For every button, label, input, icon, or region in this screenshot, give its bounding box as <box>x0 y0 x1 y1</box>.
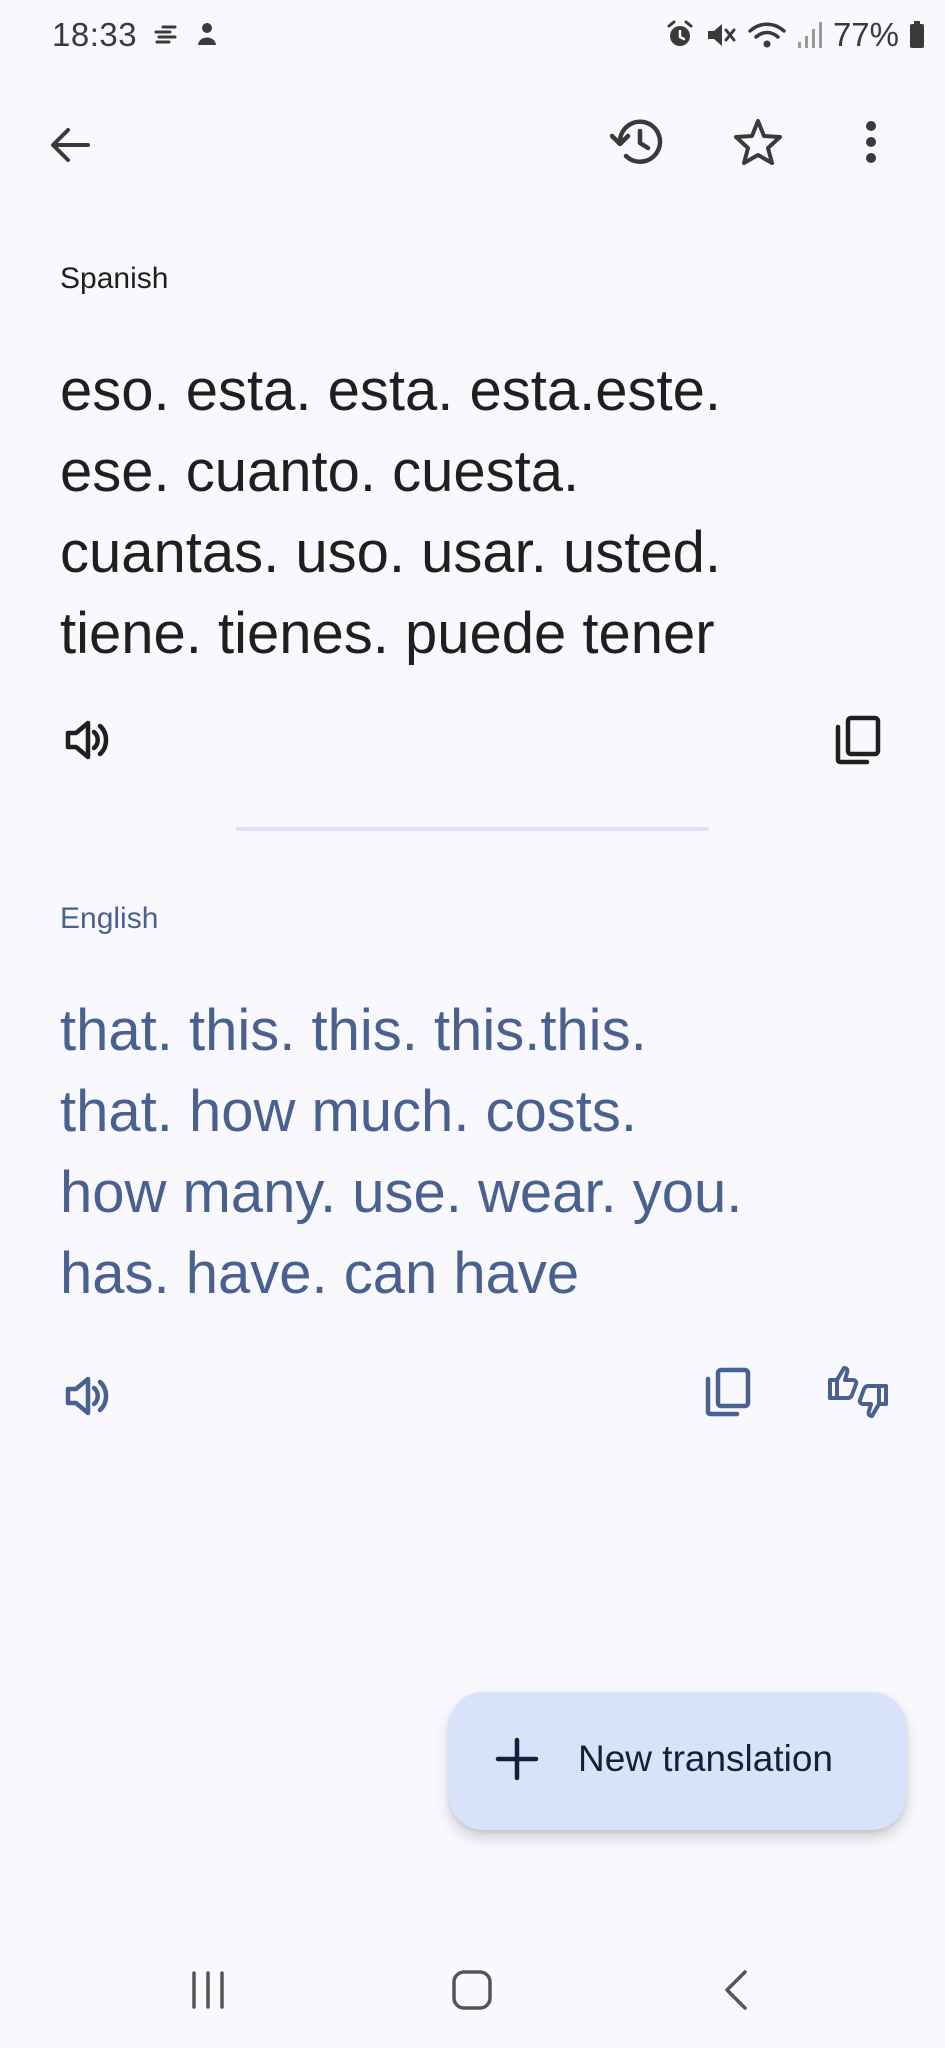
status-right-icons: 77% <box>665 16 925 54</box>
new-translation-label: New translation <box>578 1738 834 1779</box>
status-bar: 18:33 77% <box>0 0 945 72</box>
notification-app-icon <box>193 20 221 48</box>
translation-text[interactable]: that. this. this. this.this. that. how m… <box>60 990 900 1314</box>
signal-icon <box>797 20 823 50</box>
section-divider[interactable] <box>236 827 709 831</box>
source-text-line: cuantas. uso. usar. usted. <box>60 520 721 585</box>
translation-copy-button[interactable] <box>688 1352 768 1432</box>
source-text-line: ese. cuanto. cuesta. <box>60 439 580 504</box>
mute-icon <box>705 20 737 50</box>
translation-text-line: has. have. can have <box>60 1241 580 1306</box>
status-time: 18:33 <box>52 16 138 53</box>
target-language-label: English <box>60 902 159 935</box>
more-options-button[interactable] <box>831 102 911 182</box>
system-navigation-bar <box>0 1940 945 2048</box>
source-listen-button[interactable] <box>48 700 128 780</box>
source-language-label: Spanish <box>60 262 169 295</box>
copy-icon <box>705 1367 751 1417</box>
recent-apps-button[interactable] <box>168 1950 248 2030</box>
source-text-line: eso. esta. esta. esta.este. <box>60 358 721 423</box>
home-icon <box>452 1970 492 2010</box>
battery-percent: 77% <box>832 16 899 53</box>
star-icon <box>734 119 782 165</box>
home-button[interactable] <box>432 1950 512 2030</box>
favorite-button[interactable] <box>718 102 798 182</box>
copy-icon <box>835 715 881 765</box>
translation-text-line: that. this. this. this.this. <box>60 998 647 1063</box>
system-back-button[interactable] <box>696 1950 776 2030</box>
new-translation-button[interactable]: New translation <box>449 1692 906 1830</box>
weather-icon <box>153 20 181 48</box>
chevron-left-icon <box>725 1970 747 2010</box>
rate-translation-button[interactable] <box>818 1352 898 1432</box>
history-button[interactable] <box>598 102 678 182</box>
back-arrow-icon <box>51 128 90 162</box>
battery-icon <box>909 21 925 49</box>
plus-icon <box>495 1737 539 1781</box>
translation-listen-button[interactable] <box>48 1356 128 1436</box>
source-text[interactable]: eso. esta. esta. esta.este. ese. cuanto.… <box>60 350 900 674</box>
back-button[interactable] <box>30 105 110 185</box>
source-copy-button[interactable] <box>818 700 898 780</box>
translation-text-line: how many. use. wear. you. <box>60 1160 743 1225</box>
translation-text-line: that. how much. costs. <box>60 1079 638 1144</box>
thumbs-up-down-icon <box>828 1366 888 1418</box>
speaker-icon <box>65 1376 109 1416</box>
source-text-line: tiene. tienes. puede tener <box>60 601 715 666</box>
top-app-bar <box>0 100 945 190</box>
recent-apps-icon <box>192 1971 224 2009</box>
status-left-icons <box>153 20 221 48</box>
alarm-icon <box>665 20 695 50</box>
speaker-icon <box>65 720 109 760</box>
history-icon <box>610 119 663 164</box>
wifi-icon <box>747 20 787 50</box>
more-vert-icon <box>866 121 876 163</box>
